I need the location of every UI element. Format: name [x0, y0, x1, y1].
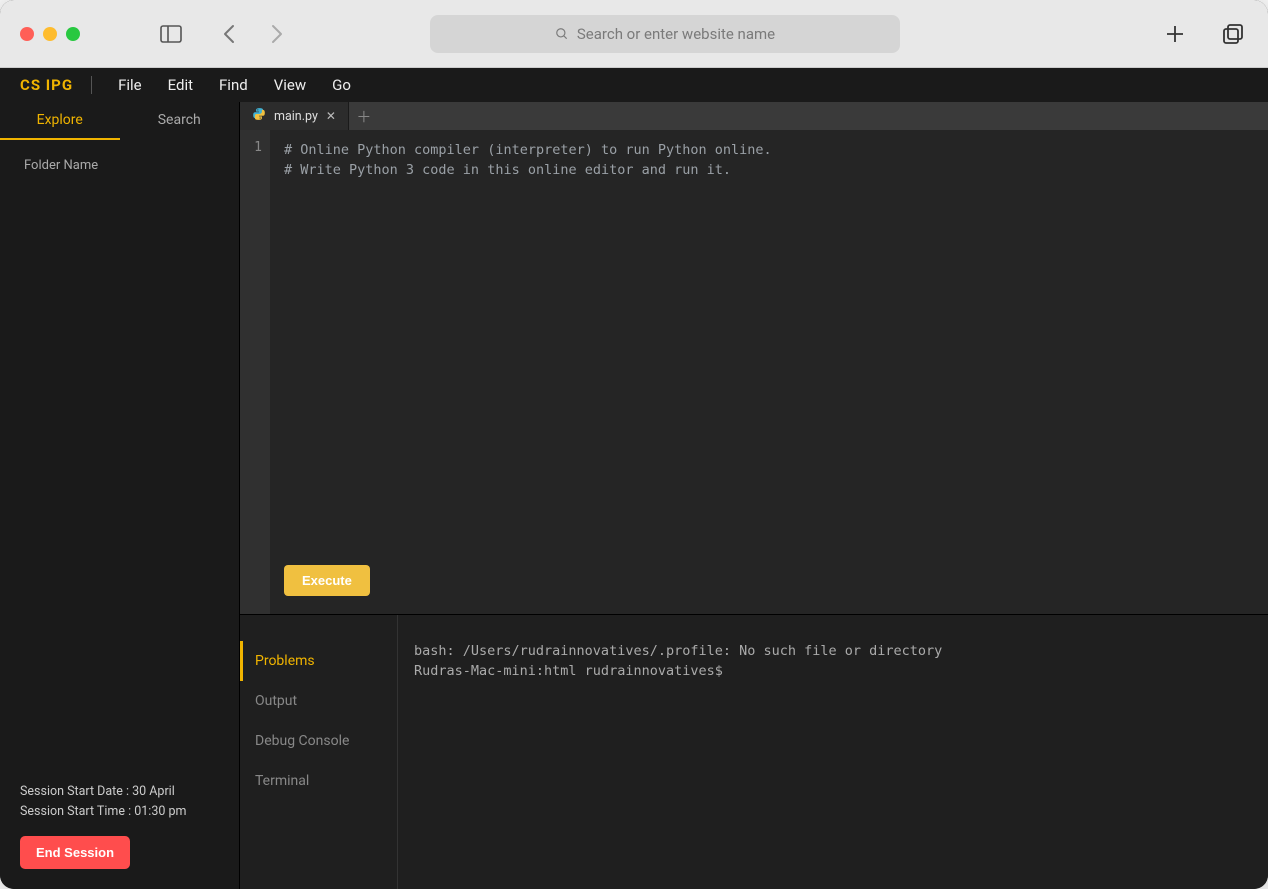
address-placeholder: Search or enter website name	[577, 25, 775, 43]
back-icon[interactable]	[214, 19, 244, 49]
sidebar-tab-search[interactable]: Search	[120, 102, 240, 140]
app-menubar: CS IPG File Edit Find View Go	[0, 68, 1268, 102]
editor-tab-label: main.py	[274, 109, 318, 124]
browser-nav	[214, 19, 292, 49]
fullscreen-window-button[interactable]	[66, 27, 80, 41]
editor-code[interactable]: # Online Python compiler (interpreter) t…	[270, 130, 1268, 614]
python-icon	[252, 107, 266, 125]
main-area: Explore Search Folder Name Session Start…	[0, 102, 1268, 889]
editor-tab-main-py[interactable]: main.py ✕	[240, 102, 349, 130]
close-tab-icon[interactable]: ✕	[326, 109, 336, 123]
app-logo: CS IPG	[20, 76, 92, 94]
panel-tab-terminal[interactable]: Terminal	[240, 761, 397, 801]
editor-area: main.py ✕ ＋ 1 # Online Python compiler (…	[240, 102, 1268, 889]
menu-edit[interactable]: Edit	[168, 76, 193, 94]
menu-view[interactable]: View	[274, 76, 306, 94]
menu-file[interactable]: File	[118, 76, 142, 94]
browser-titlebar: Search or enter website name	[0, 0, 1268, 68]
end-session-button[interactable]: End Session	[20, 836, 130, 869]
menu-find[interactable]: Find	[219, 76, 248, 94]
editor-tabbar: main.py ✕ ＋	[240, 102, 1268, 130]
panel-tab-debug-console[interactable]: Debug Console	[240, 721, 397, 761]
new-editor-tab-button[interactable]: ＋	[349, 102, 379, 130]
execute-button[interactable]: Execute	[284, 565, 370, 596]
sidebar: Explore Search Folder Name Session Start…	[0, 102, 240, 889]
sidebar-toggle-icon[interactable]	[156, 19, 186, 49]
bottom-panel-tabs: Problems Output Debug Console Terminal	[240, 615, 398, 889]
sidebar-footer: Session Start Date : 30 April Session St…	[0, 768, 239, 889]
tabs-overview-icon[interactable]	[1218, 19, 1248, 49]
sidebar-tab-explore[interactable]: Explore	[0, 102, 120, 140]
traffic-lights	[20, 27, 80, 41]
panel-tab-output[interactable]: Output	[240, 681, 397, 721]
session-start-time: Session Start Time : 01:30 pm	[20, 802, 219, 822]
sidebar-tabs: Explore Search	[0, 102, 239, 140]
editor-gutter: 1	[240, 130, 270, 614]
code-editor[interactable]: 1 # Online Python compiler (interpreter)…	[240, 130, 1268, 614]
minimize-window-button[interactable]	[43, 27, 57, 41]
gutter-line-1: 1	[240, 140, 262, 155]
panel-tab-problems[interactable]: Problems	[240, 641, 397, 681]
new-tab-icon[interactable]	[1160, 19, 1190, 49]
session-start-date: Session Start Date : 30 April	[20, 782, 219, 802]
bottom-panel: Problems Output Debug Console Terminal b…	[240, 614, 1268, 889]
forward-icon[interactable]	[262, 19, 292, 49]
app-window: Search or enter website name CS IPG File…	[0, 0, 1268, 889]
folder-name-label: Folder Name	[24, 158, 215, 173]
address-bar[interactable]: Search or enter website name	[430, 15, 900, 53]
sidebar-body: Folder Name	[0, 140, 239, 768]
menu-go[interactable]: Go	[332, 76, 351, 94]
close-window-button[interactable]	[20, 27, 34, 41]
panel-output[interactable]: bash: /Users/rudrainnovatives/.profile: …	[398, 615, 1268, 889]
search-icon	[555, 27, 569, 41]
